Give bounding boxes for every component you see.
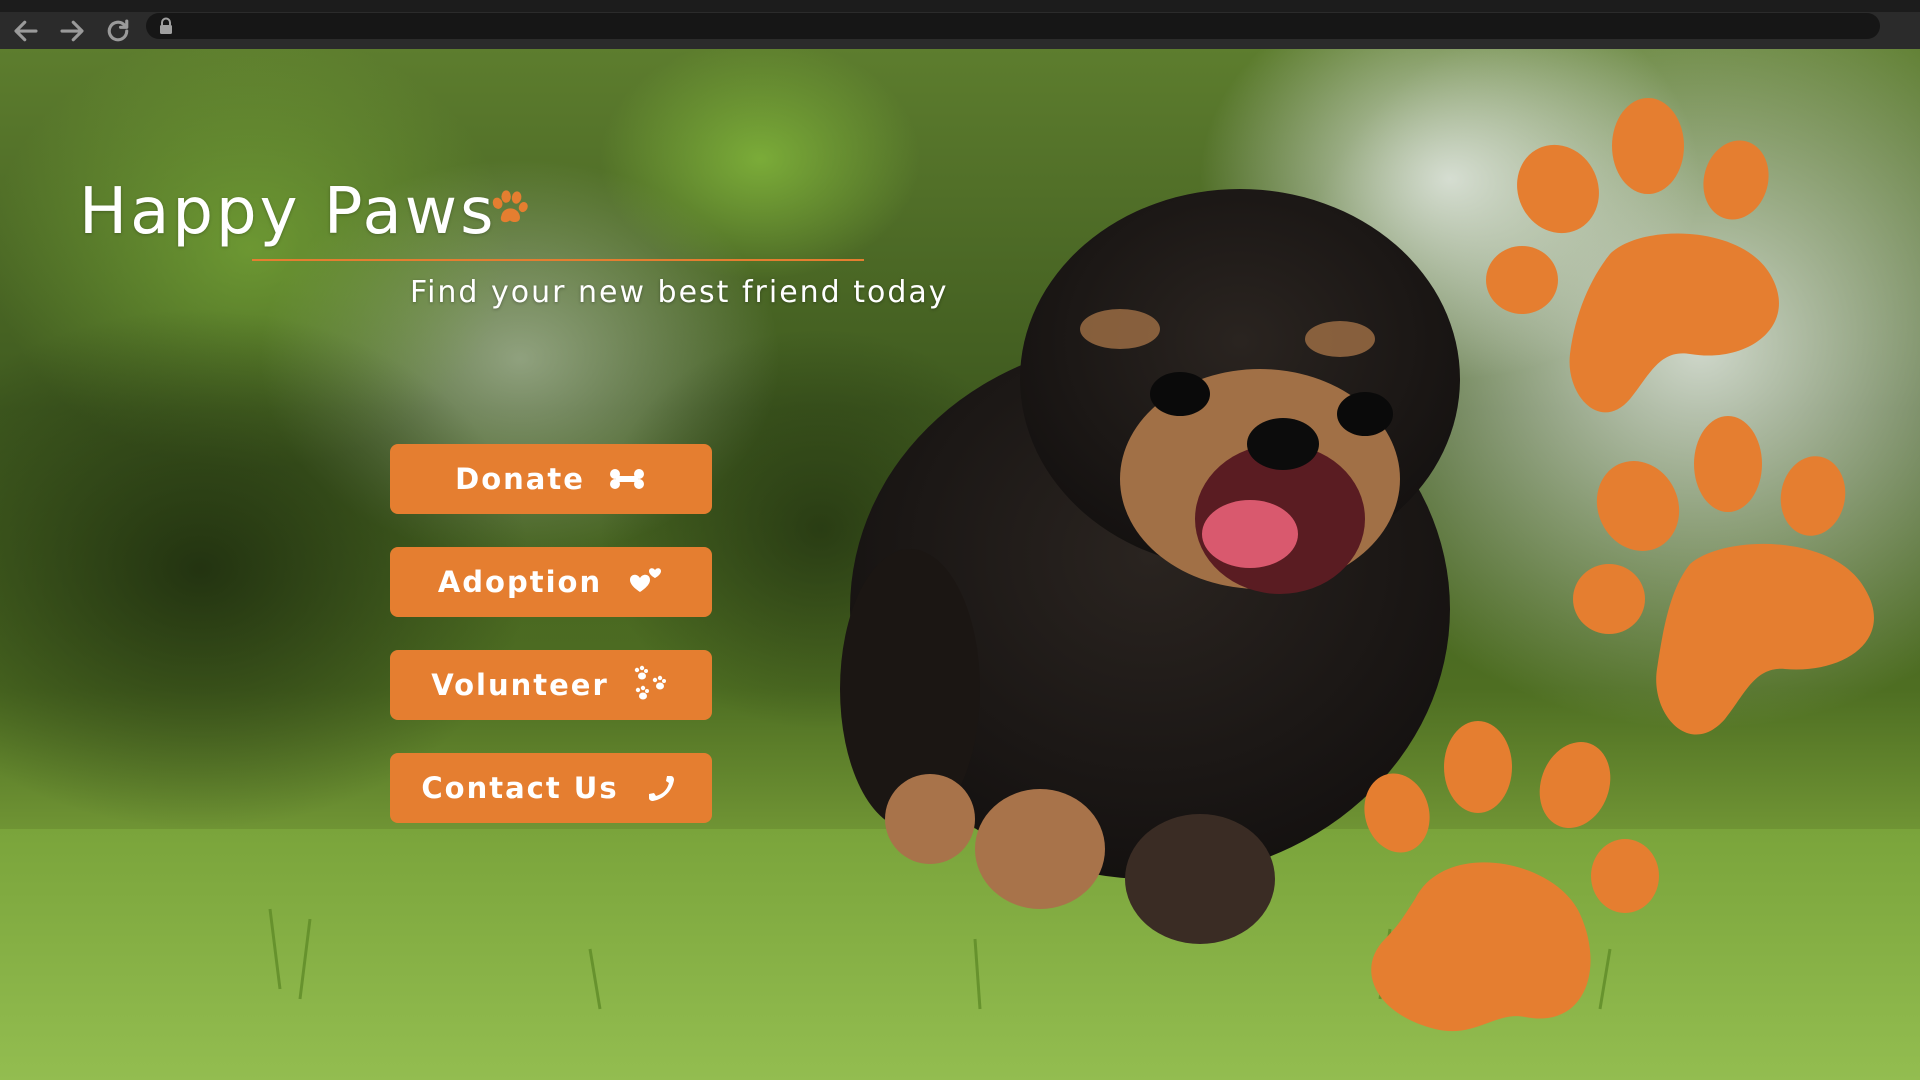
- arrow-left-icon: [14, 20, 38, 41]
- contact-us-button-label: Contact Us: [421, 771, 619, 805]
- bone-icon: [607, 459, 647, 499]
- hero-section: Happy Paws Find your new best friend tod…: [0, 49, 1920, 1080]
- arrow-right-icon: [60, 20, 84, 41]
- donate-button-label: Donate: [455, 462, 585, 496]
- reload-button[interactable]: [98, 12, 138, 49]
- reload-icon: [107, 18, 129, 41]
- adoption-button[interactable]: Adoption: [390, 547, 712, 617]
- forward-button[interactable]: [52, 12, 92, 49]
- tagline: Find your new best friend today: [410, 275, 949, 310]
- volunteer-button[interactable]: Volunteer: [390, 650, 712, 720]
- lock-icon: [160, 17, 172, 34]
- back-button[interactable]: [6, 12, 46, 49]
- donate-button[interactable]: Donate: [390, 444, 712, 514]
- page-title: Happy Paws: [79, 175, 497, 249]
- phone-icon: [641, 768, 681, 808]
- contact-us-button[interactable]: Contact Us: [390, 753, 712, 823]
- adoption-button-label: Adoption: [437, 565, 603, 599]
- browser-toolbar: [0, 0, 1920, 49]
- hearts-icon: [624, 562, 664, 602]
- paw-prints-icon: [631, 665, 671, 705]
- title-underline: [252, 259, 864, 261]
- address-bar[interactable]: [146, 13, 1880, 39]
- paw-icon-decoration-bottom: [1364, 721, 1659, 1032]
- paw-icon-decoration-top: [1486, 98, 1779, 413]
- volunteer-button-label: Volunteer: [431, 668, 609, 702]
- paw-icon: [492, 190, 528, 223]
